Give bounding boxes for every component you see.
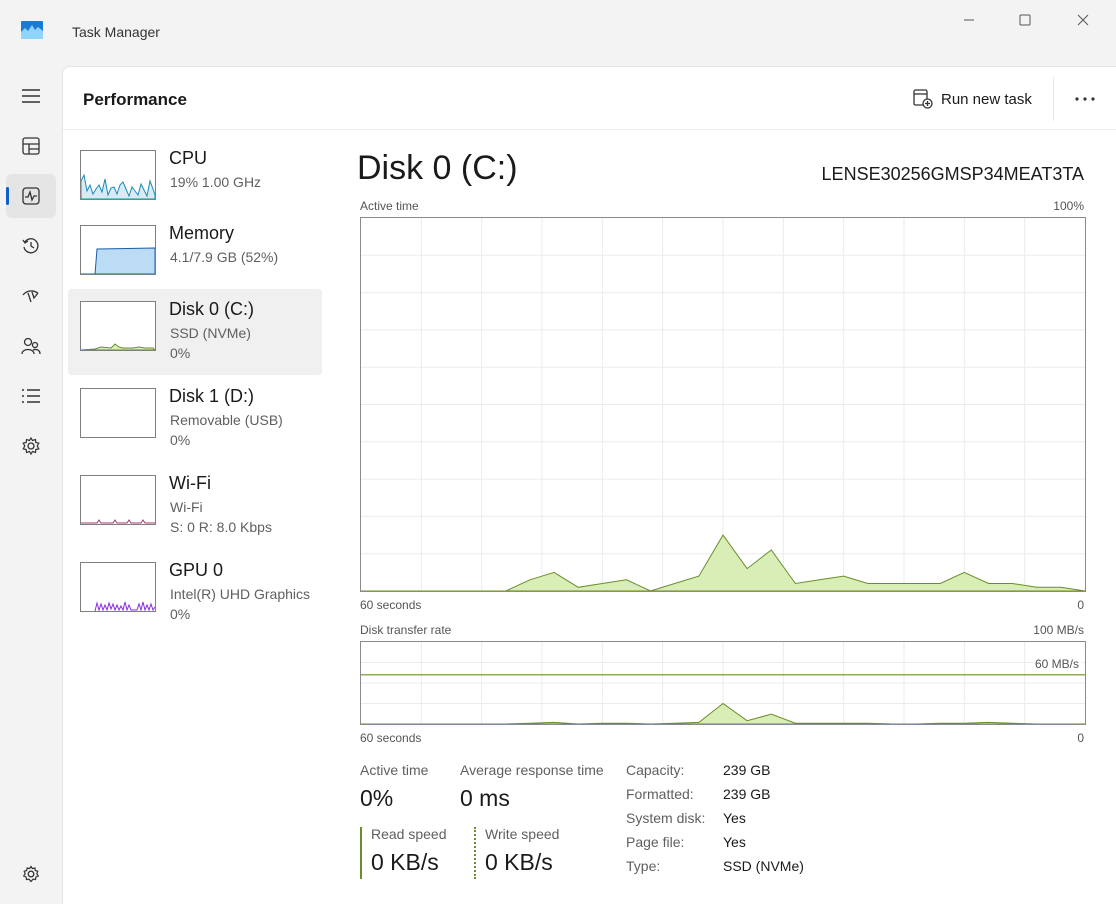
task-manager-app-icon [20,20,44,40]
capacity-label: Capacity: [626,762,685,778]
resource-name: Memory [169,223,235,243]
nav-startup-apps[interactable] [6,274,56,318]
resource-detail: Removable (USB) [170,412,283,428]
write-speed-indicator [474,827,476,879]
active-time-label: Active time [360,762,429,778]
resource-usage: S: 0 R: 8.0 Kbps [170,519,272,535]
capacity-value: 239 GB [723,762,771,778]
page-title: Performance [83,90,187,109]
resource-name: CPU [169,148,208,168]
more-icon [1075,97,1095,101]
resource-name: GPU 0 [169,560,224,580]
performance-icon [22,187,40,205]
maximize-button[interactable] [1002,8,1048,32]
system-disk-label: System disk: [626,810,706,826]
disk-model: LENSE30256GMSP34MEAT3TA [821,164,1084,184]
startup-icon [22,290,39,303]
page-file-value: Yes [723,834,746,850]
gpu-0-thumbnail-graph [80,562,156,612]
read-speed-indicator [360,827,362,879]
transfer-rate-line-label: 60 MB/s [1032,657,1081,671]
processes-icon [22,137,40,155]
avg-response-value: 0 ms [460,785,510,811]
hamburger-icon [22,89,40,103]
header-separator [1053,77,1054,121]
resource-name: Disk 1 (D:) [169,386,254,406]
resource-disk-0[interactable]: Disk 0 (C:) SSD (NVMe) 0% [68,289,322,375]
series-area [361,534,1086,592]
window-title: Task Manager [72,24,160,40]
run-new-task-button[interactable]: Run new task [905,84,1040,114]
hamburger-menu-button[interactable] [6,74,56,118]
resource-usage: 0% [170,345,191,361]
history-icon [22,238,39,254]
transfer-rate-graph-time: 60 seconds [360,731,422,745]
navigation-rail [0,64,62,904]
resource-detail: 19% 1.00 GHz [170,174,262,190]
write-speed-value: 0 KB/s [485,849,553,875]
nav-processes[interactable] [6,124,56,168]
resource-usage: 0% [170,432,191,448]
resource-cpu[interactable]: CPU 19% 1.00 GHz [68,138,322,224]
transfer-rate-graph-max: 100 MB/s [1033,623,1084,637]
read-speed-value: 0 KB/s [371,849,439,875]
run-new-task-icon [913,89,933,109]
series-area [361,702,1085,725]
run-new-task-label: Run new task [941,90,1032,108]
resource-detail: Intel(R) UHD Graphics [170,586,311,602]
services-gear-icon [22,437,40,455]
minimize-button[interactable] [946,8,992,32]
disk-0-thumbnail-graph [80,301,156,351]
write-speed-label: Write speed [485,826,560,842]
transfer-rate-graph-min: 0 [1077,731,1084,745]
transfer-rate-graph: 60 MB/s [360,641,1086,725]
memory-thumbnail-graph [80,225,156,275]
active-time-graph [360,217,1086,592]
active-time-graph-label: Active time [360,199,419,213]
resource-gpu-0[interactable]: GPU 0 Intel(R) UHD Graphics 0% [68,550,322,636]
system-disk-value: Yes [723,810,746,826]
type-value: SSD (NVMe) [723,858,804,874]
type-label: Type: [626,858,661,874]
nav-settings[interactable] [6,852,56,896]
read-speed-label: Read speed [371,826,447,842]
resource-detail: Wi-Fi [170,499,203,515]
nav-app-history[interactable] [6,224,56,268]
resource-name: Wi-Fi [169,473,211,493]
nav-performance[interactable] [6,174,56,218]
nav-services[interactable] [6,424,56,468]
disk-title: Disk 0 (C:) [357,149,518,187]
active-time-chart [361,218,1086,592]
details-list-icon [22,389,40,403]
wifi-thumbnail-graph [80,475,156,525]
cpu-thumbnail-graph [80,150,156,200]
formatted-label: Formatted: [626,786,694,802]
resource-wifi[interactable]: Wi-Fi Wi-Fi S: 0 R: 8.0 Kbps [68,463,322,549]
active-time-graph-max: 100% [1053,199,1084,213]
close-button[interactable] [1060,8,1106,32]
active-time-value: 0% [360,785,394,811]
page-file-label: Page file: [626,834,685,850]
transfer-rate-graph-label: Disk transfer rate [360,623,452,637]
resource-disk-1[interactable]: Disk 1 (D:) Removable (USB) 0% [68,376,322,462]
avg-response-label: Average response time [460,762,604,778]
resource-memory[interactable]: Memory 4.1/7.9 GB (52%) [68,213,322,299]
formatted-value: 239 GB [723,786,771,802]
page-header: Performance Run new task [63,67,1116,130]
resource-name: Disk 0 (C:) [169,299,254,319]
active-time-graph-min: 0 [1077,598,1084,612]
transfer-rate-chart [361,642,1085,725]
disk-1-thumbnail-graph [80,388,156,438]
resource-detail: 4.1/7.9 GB (52%) [170,249,279,265]
users-icon [21,337,41,355]
resource-usage: 0% [170,606,191,622]
settings-gear-icon [22,865,40,883]
content-panel: Performance Run new task CPU 19% 1.00 GH… [62,66,1116,904]
title-bar: Task Manager [0,0,1116,64]
active-time-graph-time: 60 seconds [360,598,422,612]
resource-detail: SSD (NVMe) [170,325,251,341]
nav-users[interactable] [6,324,56,368]
more-options-button[interactable] [1067,84,1103,114]
nav-details[interactable] [6,374,56,418]
